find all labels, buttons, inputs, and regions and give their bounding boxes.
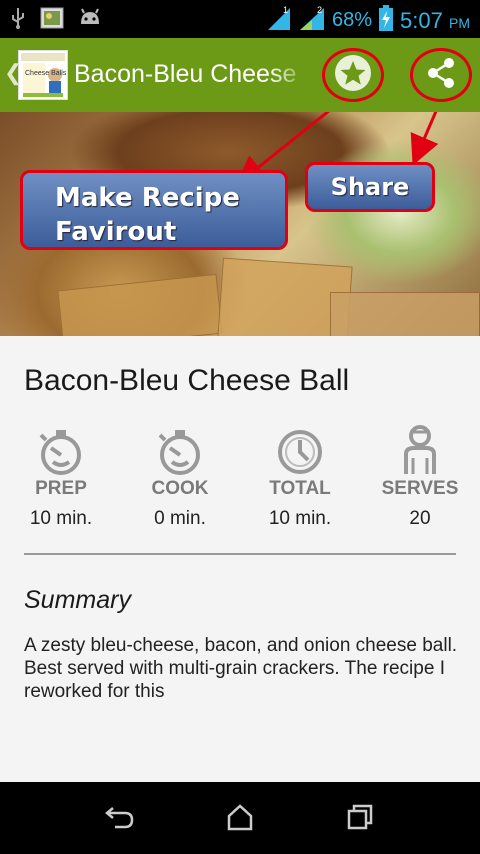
share-button[interactable] (410, 48, 472, 102)
stat-cook: COOK 0 min. (125, 420, 235, 530)
android-icon (78, 8, 102, 33)
clock-ampm: PM (449, 14, 470, 31)
stat-serves: SERVES 20 (365, 420, 475, 530)
recipe-title: Bacon-Bleu Cheese Ball (24, 364, 350, 397)
battery-percent: 68% (332, 9, 373, 31)
nav-back-button[interactable] (100, 802, 140, 836)
stat-label: SERVES (381, 478, 459, 499)
svg-text:2: 2 (317, 5, 322, 15)
recents-icon (346, 803, 374, 836)
nav-home-button[interactable] (220, 802, 260, 836)
recipe-hero-image: Make Recipe Favirout Share (0, 112, 480, 336)
favorite-button[interactable] (322, 48, 384, 102)
battery-charging-icon (378, 4, 394, 37)
app-icon-text: Cheese Balls (25, 70, 67, 77)
share-callout: Share (305, 162, 435, 212)
home-icon (226, 803, 254, 836)
stat-value: 20 (409, 508, 431, 529)
status-bar: 1 2 68% 5:07 PM (0, 0, 480, 38)
timer-icon (125, 420, 235, 476)
picture-icon (40, 7, 64, 34)
stat-value: 0 min. (154, 508, 206, 529)
stat-label: PREP (35, 478, 87, 499)
stat-value: 10 min. (29, 508, 93, 529)
stat-total: TOTAL 10 min. (245, 420, 355, 530)
share-icon (423, 55, 459, 96)
content-fade (0, 700, 480, 782)
section-divider (24, 553, 456, 555)
clock-time: 5:07 (400, 7, 443, 33)
action-bar: ❮ Cheese Balls Bacon-Bleu Cheese Ball (0, 38, 480, 112)
action-bar-title: Bacon-Bleu Cheese Ball (74, 60, 296, 88)
clock-icon (245, 420, 355, 476)
svg-text:1: 1 (283, 5, 288, 15)
recipe-stats: PREP 10 min. COOK 0 min. TOTAL 10 min. S… (0, 420, 480, 532)
summary-text: A zesty bleu-cheese, bacon, and onion ch… (24, 635, 458, 702)
stat-value: 10 min. (268, 508, 332, 529)
clock: 5:07 PM (400, 8, 470, 34)
navigation-bar (0, 782, 480, 854)
timer-icon (6, 420, 116, 476)
favorite-callout: Make Recipe Favirout (20, 170, 288, 250)
app-icon[interactable]: Cheese Balls (18, 50, 68, 100)
usb-icon (10, 7, 26, 34)
signal-1-icon: 1 (266, 4, 292, 37)
summary-heading: Summary (24, 586, 131, 614)
stat-label: COOK (151, 478, 209, 499)
signal-2-icon: 2 (298, 4, 326, 37)
stat-prep: PREP 10 min. (6, 420, 116, 530)
stat-label: TOTAL (269, 478, 331, 499)
person-icon (365, 420, 475, 476)
title-fade (270, 52, 310, 100)
nav-recents-button[interactable] (340, 802, 380, 836)
back-icon (105, 804, 135, 835)
star-icon (333, 53, 373, 98)
